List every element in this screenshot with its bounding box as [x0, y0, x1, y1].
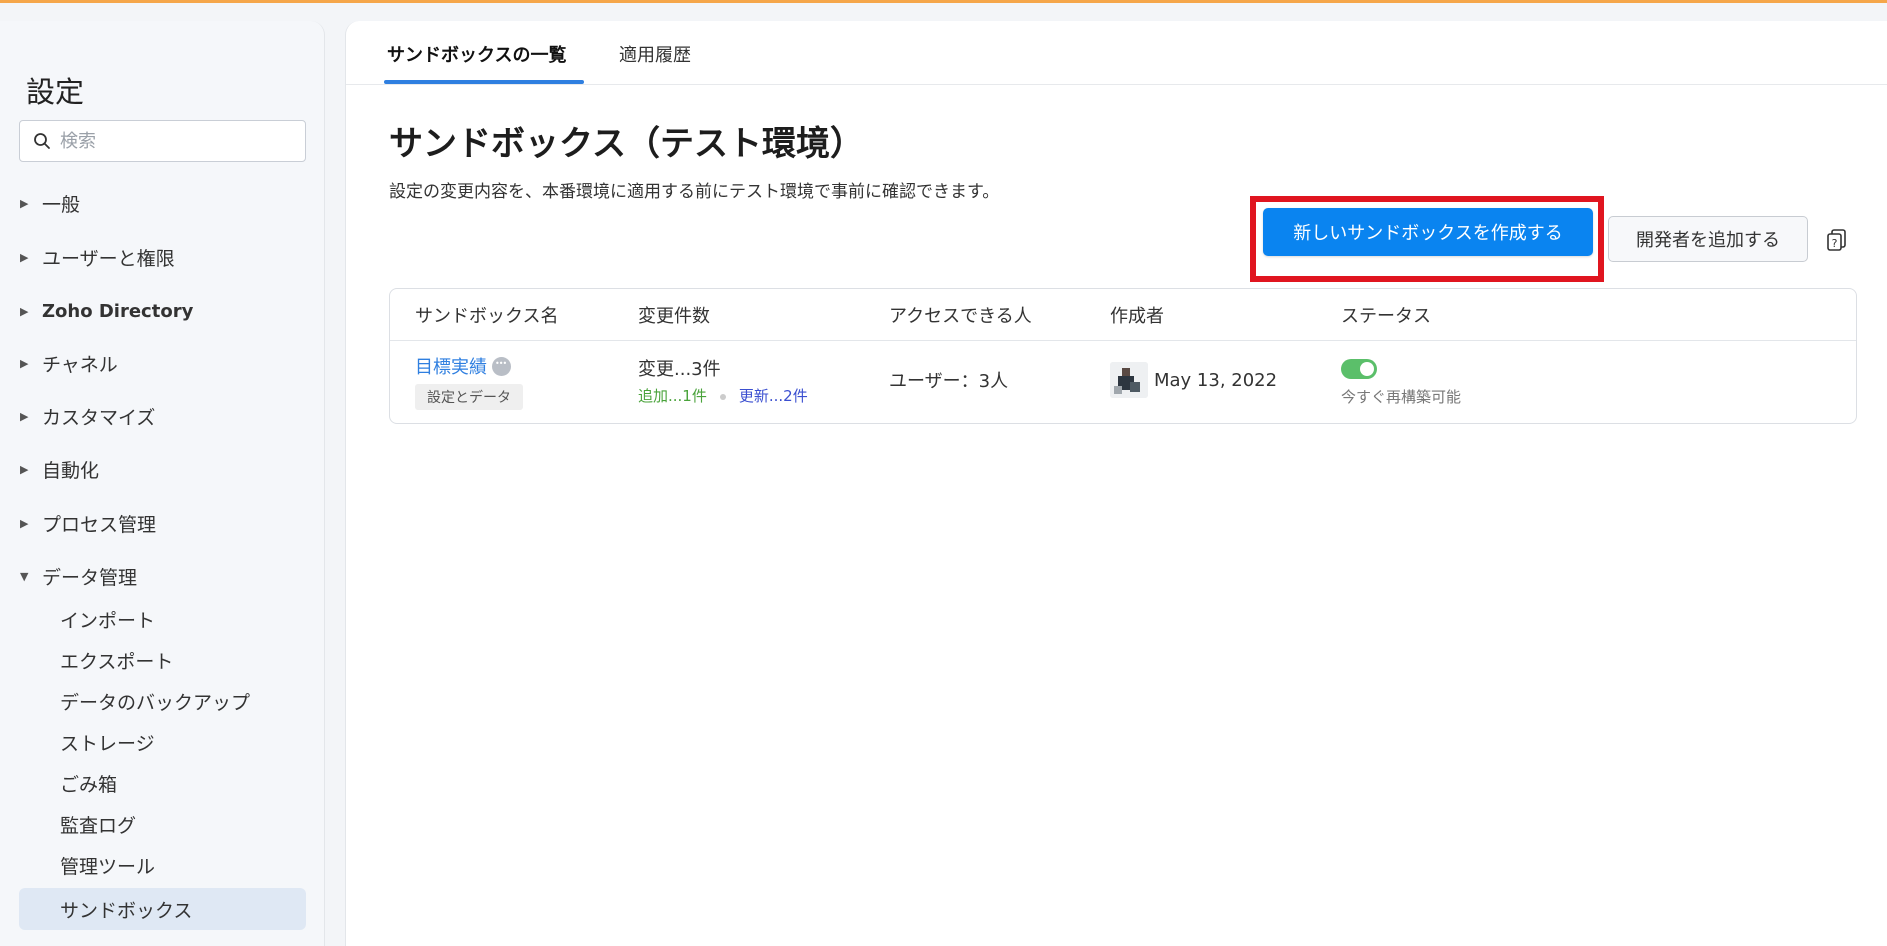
sidebar-item-admin-tools[interactable]: 管理ツール	[19, 847, 306, 883]
sidebar-item-sandbox[interactable]: サンドボックス	[19, 888, 306, 930]
more-options-icon[interactable]	[492, 357, 511, 376]
top-accent-bar	[0, 0, 1887, 3]
caret-right-icon: ▶	[20, 409, 29, 423]
sidebar-section-users[interactable]: ▶ ユーザーと権限	[0, 239, 324, 275]
page-description: 設定の変更内容を、本番環境に適用する前にテスト環境で事前に確認できます。	[389, 182, 1000, 202]
sidebar-section-process[interactable]: ▶ プロセス管理	[0, 505, 324, 541]
active-tab-indicator	[384, 80, 584, 84]
sidebar-item-import[interactable]: インポート	[19, 601, 306, 637]
sidebar-section-automation[interactable]: ▶ 自動化	[0, 451, 324, 487]
sidebar-item-audit-log[interactable]: 監査ログ	[19, 806, 306, 842]
tab-apply-history[interactable]: 適用履歴	[619, 41, 691, 67]
status-toggle[interactable]	[1341, 359, 1377, 379]
sidebar-section-label: チャネル	[42, 353, 118, 376]
sidebar-section-label: Zoho Directory	[42, 300, 194, 322]
add-developer-button[interactable]: 開発者を追加する	[1608, 216, 1808, 262]
changes-count: 変更...3件	[638, 359, 721, 380]
sidebar-title: 設定	[26, 75, 85, 109]
main-panel: サンドボックスの一覧 適用履歴 サンドボックス（テスト環境） 設定の変更内容を、…	[345, 21, 1887, 946]
sandbox-type-tag: 設定とデータ	[415, 384, 523, 410]
status-text: 今すぐ再構築可能	[1341, 388, 1462, 406]
caret-right-icon: ▶	[20, 196, 29, 210]
caret-right-icon: ▶	[20, 250, 29, 264]
tab-bar: サンドボックスの一覧 適用履歴	[346, 21, 1887, 85]
sandbox-name-link[interactable]: 目標実績	[415, 357, 487, 378]
separator-dot	[719, 393, 726, 400]
caret-right-icon: ▶	[20, 516, 29, 530]
sidebar-item-storage[interactable]: ストレージ	[19, 724, 306, 760]
changes-breakdown: 追加...1件 更新...2件	[638, 385, 808, 406]
sidebar-item-recycle-bin[interactable]: ごみ箱	[19, 765, 306, 801]
search-icon	[32, 131, 52, 151]
sidebar-section-general[interactable]: ▶ 一般	[0, 185, 324, 221]
table-header: サンドボックス名 変更件数 アクセスできる人 作成者 ステータス	[390, 289, 1856, 341]
added-count: 追加...1件	[638, 387, 707, 405]
created-date: May 13, 2022	[1154, 369, 1278, 391]
caret-down-icon: ▼	[20, 569, 29, 583]
sidebar-section-label: データ管理	[42, 566, 138, 589]
column-header-changes: 変更件数	[638, 306, 710, 327]
sidebar-section-label: プロセス管理	[42, 513, 157, 536]
sidebar-section-label: 一般	[42, 193, 81, 216]
search-input[interactable]	[58, 129, 302, 153]
caret-right-icon: ▶	[20, 304, 29, 318]
access-users: ユーザー：3人	[889, 371, 1009, 392]
column-header-creator: 作成者	[1110, 306, 1164, 327]
updated-count: 更新...2件	[738, 387, 808, 405]
column-header-name: サンドボックス名	[415, 306, 559, 327]
caret-right-icon: ▶	[20, 356, 29, 370]
sidebar-section-customize[interactable]: ▶ カスタマイズ	[0, 398, 324, 434]
sidebar-item-export[interactable]: エクスポート	[19, 642, 306, 678]
column-header-status: ステータス	[1341, 306, 1431, 327]
status-toggle-cell	[1341, 359, 1377, 379]
sidebar-section-label: ユーザーと権限	[42, 247, 175, 270]
sidebar-section-label: カスタマイズ	[42, 406, 156, 429]
search-box[interactable]	[19, 120, 306, 162]
sidebar-item-backup[interactable]: データのバックアップ	[19, 683, 306, 719]
settings-sidebar: 設定 ▶ 一般 ▶ ユーザーと権限 ▶ Zoho Directory ▶ チャネ…	[0, 21, 325, 946]
sandbox-type-tag-cell: 設定とデータ	[415, 384, 523, 410]
sandbox-name-cell: 目標実績	[415, 353, 511, 379]
sidebar-section-data-management[interactable]: ▼ データ管理	[0, 558, 324, 594]
sidebar-section-channels[interactable]: ▶ チャネル	[0, 345, 324, 381]
caret-right-icon: ▶	[20, 462, 29, 476]
sidebar-section-label: 自動化	[42, 459, 100, 482]
page-title: サンドボックス（テスト環境）	[389, 124, 864, 164]
help-doc-icon[interactable]: ?	[1824, 227, 1850, 253]
tab-sandbox-list[interactable]: サンドボックスの一覧	[387, 41, 566, 67]
svg-text:?: ?	[1832, 237, 1838, 250]
create-sandbox-button[interactable]: 新しいサンドボックスを作成する	[1263, 208, 1593, 256]
sidebar-section-zoho-directory[interactable]: ▶ Zoho Directory	[0, 293, 324, 329]
column-header-access: アクセスできる人	[889, 306, 1032, 327]
creator-cell: May 13, 2022	[1110, 362, 1277, 398]
sandbox-table: サンドボックス名 変更件数 アクセスできる人 作成者 ステータス 目標実績 設定…	[389, 288, 1857, 424]
creator-avatar	[1110, 362, 1148, 398]
